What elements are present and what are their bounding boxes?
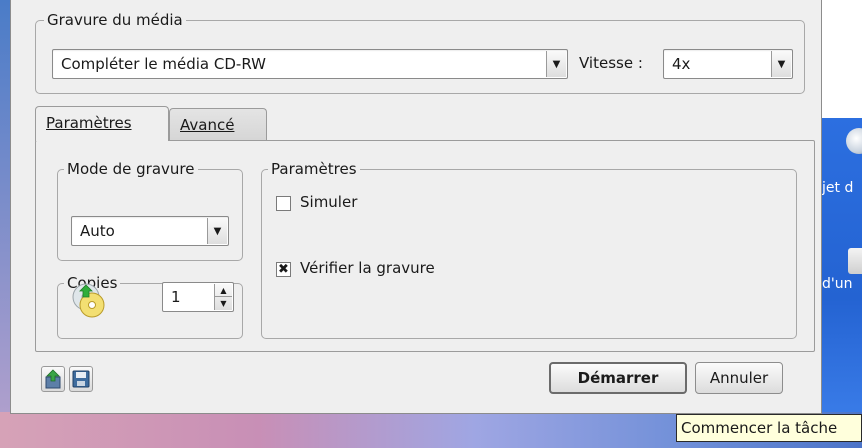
cancel-button[interactable]: Annuler xyxy=(695,362,783,394)
cd-copy-icon xyxy=(70,281,108,319)
desktop-background-left xyxy=(0,0,10,448)
burn-mode-group-title: Mode de gravure xyxy=(64,160,198,178)
tab-parametres[interactable]: Paramètres xyxy=(35,106,169,141)
speed-select[interactable]: 4x ▼ xyxy=(663,49,793,79)
burn-mode-select[interactable]: Auto ▼ xyxy=(71,216,229,246)
copies-value: 1 xyxy=(171,288,181,306)
stepper-buttons: ▲ ▼ xyxy=(214,284,232,310)
burn-mode-value: Auto xyxy=(80,222,115,240)
tab-avance[interactable]: Avancé xyxy=(169,108,267,140)
parameters-group-title: Paramètres xyxy=(268,160,360,178)
start-button-label: Démarrer xyxy=(577,369,659,387)
burn-media-group-title: Gravure du média xyxy=(44,11,186,29)
verify-label[interactable]: Vérifier la gravure xyxy=(300,259,435,277)
burn-dialog: Gravure du média Compléter le média CD-R… xyxy=(10,0,822,414)
stepper-up-icon[interactable]: ▲ xyxy=(215,284,232,297)
stepper-down-icon[interactable]: ▼ xyxy=(215,297,232,310)
speed-label: Vitesse : xyxy=(579,54,643,72)
chevron-down-icon[interactable]: ▼ xyxy=(207,218,227,244)
chevron-down-icon[interactable]: ▼ xyxy=(546,51,566,77)
copies-stepper[interactable]: 1 ▲ ▼ xyxy=(162,282,234,312)
tab-avance-label: Avancé xyxy=(180,116,235,134)
load-icon xyxy=(45,369,61,389)
verify-checkbox[interactable]: ✖ xyxy=(276,262,291,277)
desktop-window-fragment xyxy=(822,0,862,118)
tab-panel-parametres: Mode de gravure Auto ▼ Copies 1 ▲ ▼ Para… xyxy=(35,140,815,352)
desktop-file-icon[interactable] xyxy=(848,248,862,274)
burn-action-select[interactable]: Compléter le média CD-RW ▼ xyxy=(52,49,568,79)
desktop-icon-label-1[interactable]: jet d xyxy=(822,180,862,196)
speed-value: 4x xyxy=(672,55,691,73)
chevron-down-icon[interactable]: ▼ xyxy=(771,51,791,77)
desktop-icon-label-2[interactable]: d'un xyxy=(822,276,862,292)
start-tooltip: Commencer la tâche xyxy=(676,414,862,442)
floppy-save-icon xyxy=(72,370,90,388)
cancel-button-label: Annuler xyxy=(709,369,769,387)
start-button[interactable]: Démarrer xyxy=(549,362,687,394)
simulate-checkbox[interactable] xyxy=(276,196,291,211)
burn-action-value: Compléter le média CD-RW xyxy=(61,55,266,73)
simulate-label[interactable]: Simuler xyxy=(300,193,357,211)
load-profile-button[interactable] xyxy=(41,366,65,392)
burn-mode-group: Mode de gravure xyxy=(57,160,243,261)
tab-parametres-label: Paramètres xyxy=(46,114,132,132)
save-profile-button[interactable] xyxy=(69,366,93,392)
